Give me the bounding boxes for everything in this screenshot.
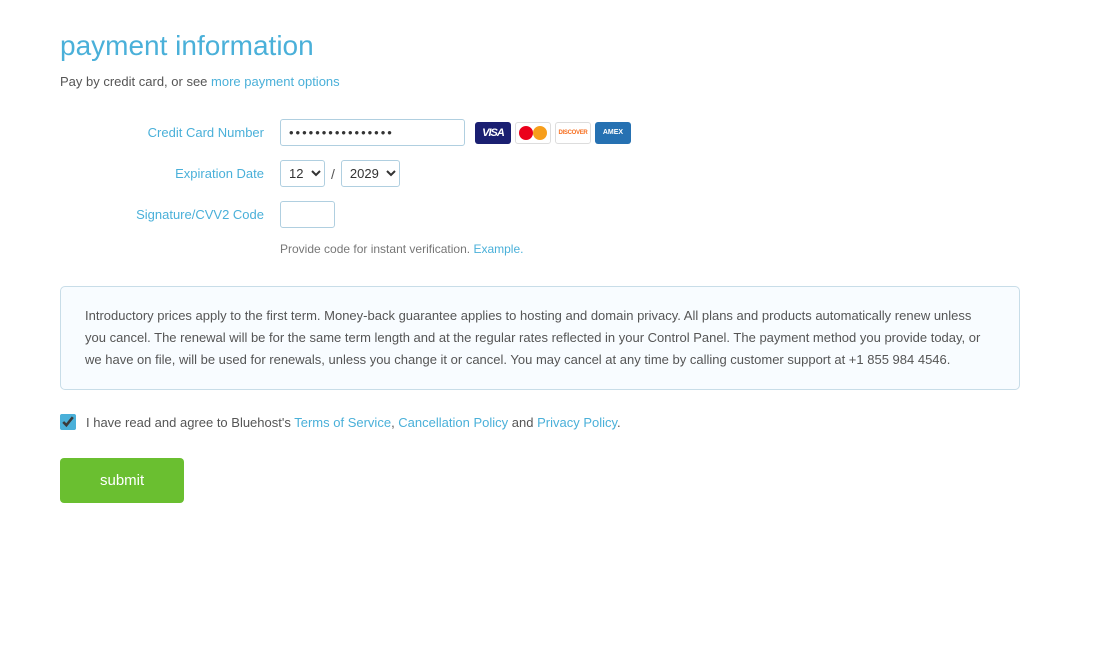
expiration-slash: / [331,166,335,182]
more-payment-options-link[interactable]: more payment options [211,74,340,89]
cvv-label: Signature/CVV2 Code [60,207,280,222]
terms-link[interactable]: Terms of Service [294,415,391,430]
credit-card-controls: VISA DISCOVER AMEX [280,119,631,146]
cvv-row: Signature/CVV2 Code [60,201,1033,228]
cvv-input[interactable] [280,201,335,228]
agreement-label: I have read and agree to Bluehost's Term… [86,415,621,430]
visa-icon: VISA [475,122,511,144]
cvv-controls [280,201,335,228]
credit-card-row: Credit Card Number VISA DISCOVER AMEX [60,119,1033,146]
info-box: Introductory prices apply to the first t… [60,286,1020,390]
expiration-row: Expiration Date 01 02 03 04 05 06 07 08 … [60,160,1033,187]
privacy-link[interactable]: Privacy Policy [537,415,617,430]
subtitle: Pay by credit card, or see more payment … [60,74,1033,89]
page-title: payment information [60,30,1033,62]
expiration-year-select[interactable]: 2024 2025 2026 2027 2028 2029 2030 2031 … [341,160,400,187]
agree-checkbox[interactable] [60,414,76,430]
submit-button[interactable]: submit [60,458,184,503]
cancellation-link[interactable]: Cancellation Policy [398,415,508,430]
expiration-controls: 01 02 03 04 05 06 07 08 09 10 11 12 / 20… [280,160,400,187]
discover-icon: DISCOVER [555,122,591,144]
agreement-row: I have read and agree to Bluehost's Term… [60,414,1033,430]
card-icons: VISA DISCOVER AMEX [475,122,631,144]
credit-card-label: Credit Card Number [60,125,280,140]
expiration-month-select[interactable]: 01 02 03 04 05 06 07 08 09 10 11 12 [280,160,325,187]
info-box-text: Introductory prices apply to the first t… [85,305,995,371]
expiration-label: Expiration Date [60,166,280,181]
credit-card-input[interactable] [280,119,465,146]
mastercard-icon [515,122,551,144]
cvv-hint: Provide code for instant verification. E… [280,242,1033,256]
amex-icon: AMEX [595,122,631,144]
payment-form: Credit Card Number VISA DISCOVER AMEX Ex… [60,119,1033,256]
cvv-example-link[interactable]: Example. [473,242,523,256]
